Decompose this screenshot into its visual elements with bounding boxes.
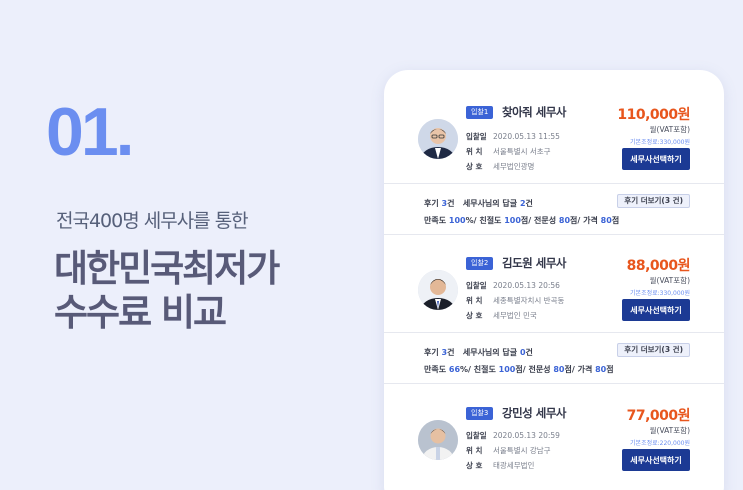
advisor-price: 110,000원 — [617, 107, 690, 123]
advisor-price: 77,000원 — [626, 408, 691, 424]
hero-number: 01. — [46, 94, 135, 170]
advisor-avatar — [418, 420, 458, 460]
bid-date: 2020.05.13 11:55 — [493, 132, 560, 141]
quote-comparison-card: 입찰1 찾아줘 세무사 110,000원 월(VAT포함) 기본조정료:330,… — [384, 70, 724, 490]
bid-badge: 입찰3 — [466, 407, 494, 420]
advisor-entry: 입찰2 김도원 세무사 88,000원 월(VAT포함) 기본조정료:330,0… — [384, 255, 724, 343]
advisor-meta: 입찰일 2020.05.13 20:59 위 치 서울특별시 강남구 상 호 태광세무… — [466, 428, 560, 473]
advisor-entry: 입찰3 강민성 세무사 77,000원 월(VAT포함) 기본조정료:220,0… — [384, 405, 724, 490]
advisor-name: 강민성 세무사 — [502, 406, 566, 420]
advisor-name: 김도원 세무사 — [502, 256, 566, 270]
base-fee: 기본조정료:330,000원 — [630, 139, 690, 146]
avatar-photo-icon — [418, 420, 458, 460]
advisor-avatar — [418, 270, 458, 310]
advisor-avatar — [418, 119, 458, 159]
base-fee: 기본조정료:330,000원 — [630, 290, 690, 297]
avatar-photo-icon — [418, 119, 458, 159]
hero-subtitle: 전국400명 세무사를 통한 — [56, 210, 249, 232]
advisor-entry: 입찰1 찾아줘 세무사 110,000원 월(VAT포함) 기본조정료:330,… — [384, 104, 724, 192]
location-label: 위 치 — [466, 296, 483, 305]
firm-name: 태광세무법인 — [493, 461, 535, 470]
firm-label: 상 호 — [466, 162, 483, 171]
more-reviews-button[interactable]: 후기 더보기(3 건) — [617, 343, 690, 357]
review-scores: 만족도 66%/ 친절도 100점/ 전문성 80점/ 가격 80점 — [424, 365, 614, 374]
bid-date: 2020.05.13 20:59 — [493, 431, 560, 440]
avatar-photo-icon — [418, 270, 458, 310]
bid-date: 2020.05.13 20:56 — [493, 281, 560, 290]
advisor-price: 88,000원 — [626, 258, 691, 274]
advisor-meta: 입찰일 2020.05.13 20:56 위 치 세종특별자치시 반곡동 상 호 세무… — [466, 278, 564, 323]
location-label: 위 치 — [466, 446, 483, 455]
vat-note: 월(VAT포함) — [649, 426, 690, 435]
firm-name: 세무법인 민국 — [493, 311, 537, 320]
vat-note: 월(VAT포함) — [649, 125, 690, 134]
location-label: 위 치 — [466, 147, 483, 156]
bid-date-label: 입찰일 — [466, 431, 487, 440]
hero-title: 대한민국최저가 수수료 비교 — [54, 247, 366, 336]
bid-date-label: 입찰일 — [466, 281, 487, 290]
base-fee: 기본조정료:220,000원 — [630, 440, 690, 447]
advisor-meta: 입찰일 2020.05.13 11:55 위 치 서울특별시 서초구 상 호 세무법인… — [466, 129, 560, 174]
hero-title-line1: 대한민국최저가 — [54, 247, 280, 290]
firm-name: 세무법인광명 — [493, 162, 535, 171]
bid-badge: 입찰2 — [466, 257, 494, 270]
bid-date-label: 입찰일 — [466, 132, 487, 141]
firm-label: 상 호 — [466, 461, 483, 470]
location: 서울특별시 강남구 — [493, 446, 551, 455]
review-counts: 후기 3건 세무사님의 답글 0건 — [424, 348, 533, 357]
select-advisor-button[interactable]: 세무사선택하기 — [622, 299, 690, 321]
advisor-name: 찾아줘 세무사 — [502, 105, 566, 119]
location: 서울특별시 서초구 — [493, 147, 551, 156]
review-summary: 후기 3건 세무사님의 답글 0건 후기 더보기(3 건) 만족도 66%/ 친… — [384, 332, 724, 384]
bid-badge: 입찰1 — [466, 106, 494, 119]
select-advisor-button[interactable]: 세무사선택하기 — [622, 148, 690, 170]
review-scores: 만족도 100%/ 친절도 100점/ 전문성 80점/ 가격 80점 — [424, 216, 620, 225]
firm-label: 상 호 — [466, 311, 483, 320]
select-advisor-button[interactable]: 세무사선택하기 — [622, 449, 690, 471]
location: 세종특별자치시 반곡동 — [493, 296, 565, 305]
vat-note: 월(VAT포함) — [649, 276, 690, 285]
hero-title-line2: 수수료 비교 — [54, 291, 227, 335]
hero-section: 01. 전국400명 세무사를 통한 대한민국최저가 수수료 비교 — [46, 98, 366, 336]
more-reviews-button[interactable]: 후기 더보기(3 건) — [617, 194, 690, 208]
review-counts: 후기 3건 세무사님의 답글 2건 — [424, 199, 533, 208]
review-summary: 후기 3건 세무사님의 답글 2건 후기 더보기(3 건) 만족도 100%/ … — [384, 183, 724, 235]
